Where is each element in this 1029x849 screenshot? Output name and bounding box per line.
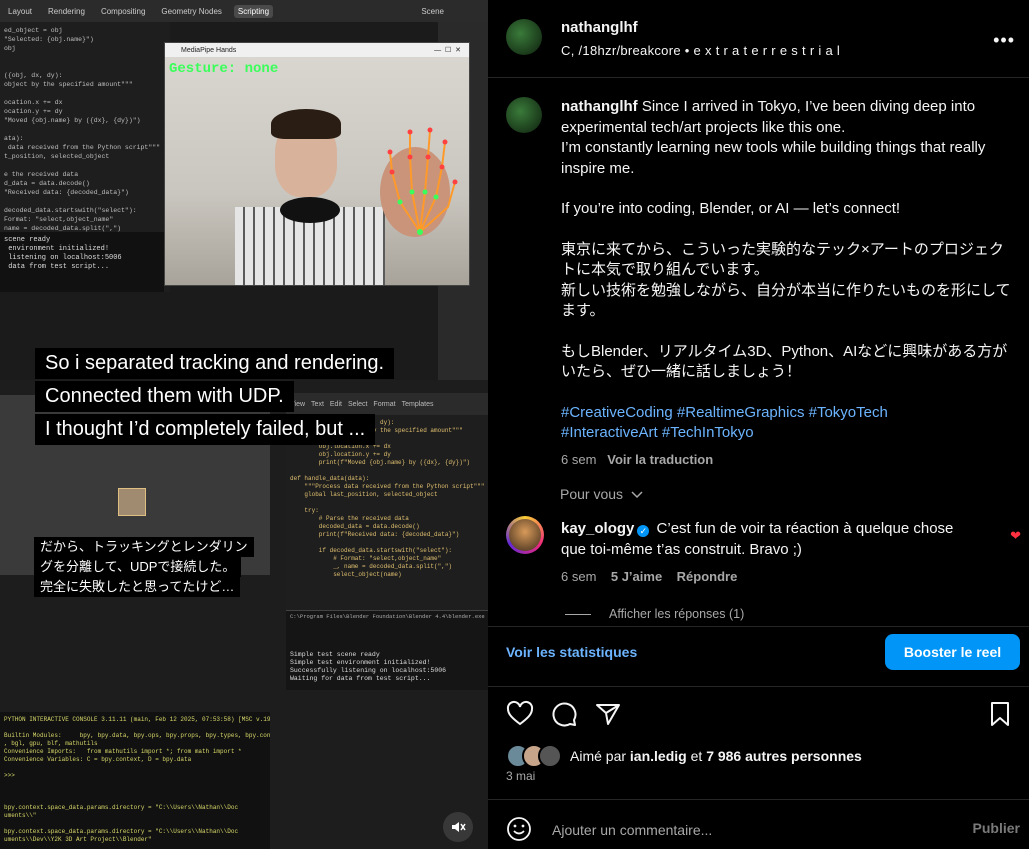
for-you-dropdown[interactable]: Pour vous xyxy=(560,486,643,502)
liker-avatar xyxy=(538,744,562,768)
action-bar xyxy=(506,700,1016,728)
hashtags-line[interactable]: #InteractiveArt #TechInTokyo xyxy=(561,424,754,441)
window-controls-icon: — ☐ ✕ xyxy=(434,47,461,54)
gesture-label: Gesture: none xyxy=(169,61,279,77)
scene-label: Scene xyxy=(421,6,444,16)
boost-reel-button[interactable]: Booster le reel xyxy=(885,634,1020,670)
hashtags-line[interactable]: #CreativeCoding #RealtimeGraphics #Tokyo… xyxy=(561,404,888,421)
mute-button[interactable] xyxy=(443,812,473,842)
publish-button[interactable]: Publier xyxy=(973,820,1020,836)
tab-scripting: Scripting xyxy=(233,4,274,18)
caption-age: 6 sem xyxy=(561,451,597,467)
likes-count[interactable]: 7 986 autres personnes xyxy=(706,748,862,764)
heart-icon[interactable] xyxy=(506,700,534,728)
caption-en-line: So i separated tracking and rendering. xyxy=(35,348,395,379)
caption-spacer xyxy=(561,220,1011,240)
add-comment-bar: Publier xyxy=(506,814,1020,844)
caption-line: 新しい技術を勉強しながら、自分が本当に作りたいものを形にしてます。 xyxy=(561,281,1011,320)
hashtags[interactable]: #InteractiveArt #TechInTokyo xyxy=(561,423,1011,444)
tab-geometry-nodes: Geometry Nodes xyxy=(161,6,222,16)
webcam-feed: Gesture: none xyxy=(165,57,469,285)
caption-meta: 6 sem Voir la traduction xyxy=(561,450,1011,471)
chevron-down-icon xyxy=(631,491,643,499)
comment: kay_ology ✓ C’est fun de voir ta réaction… xyxy=(561,518,981,587)
liker-username[interactable]: ian.ledig xyxy=(630,748,687,764)
blender-topbar: Layout Rendering Compositing Geometry No… xyxy=(0,0,488,22)
share-icon[interactable] xyxy=(594,700,622,728)
reel-video[interactable]: Layout Rendering Compositing Geometry No… xyxy=(0,0,488,849)
post-caption: nathanglhf Since I arrived in Tokyo, I’v… xyxy=(561,97,1011,470)
caption-paragraph: nathanglhf Since I arrived in Tokyo, I’v… xyxy=(561,97,1011,138)
console2-title: C:\Program Files\Blender Foundation\Blen… xyxy=(290,613,485,620)
translate-link[interactable]: Voir la traduction xyxy=(607,452,713,467)
3d-object xyxy=(118,488,146,516)
caption-spacer xyxy=(561,322,1011,342)
camera-window-titlebar: MediaPipe Hands — ☐ ✕ xyxy=(165,43,469,57)
comment-likes[interactable]: 5 J’aime xyxy=(611,569,662,584)
show-replies-button[interactable]: Afficher les réponses (1) xyxy=(565,607,744,621)
comment-age: 6 sem xyxy=(561,569,597,584)
comment-input[interactable] xyxy=(550,817,934,843)
likes-summary[interactable]: Aimé par ian.ledig et 7 986 autres perso… xyxy=(506,744,862,768)
caption-en-line: Connected them with UDP. xyxy=(35,381,294,412)
caption-line: もしBlender、リアルタイム3D、Python、AIなどに興味がある方がいた… xyxy=(561,342,1008,381)
comment-like-heart-icon[interactable]: ❤ xyxy=(1010,528,1021,544)
caption-jp-line: グを分離して、UDPで接続した。 xyxy=(34,557,242,577)
post-panel: nathanglhf C, /18hzr/breakcore • e x t r… xyxy=(488,0,1029,849)
caption-line: If you’re into coding, Blender, or AI — … xyxy=(561,200,901,217)
caption-jp-line: 完全に失敗したと思ってたけど… xyxy=(34,577,241,597)
caption-jp: だから、トラッキングとレンダリン グを分離して、UDPで接続した。 完全に失敗し… xyxy=(34,537,254,597)
commenter-avatar[interactable] xyxy=(506,516,544,554)
caption-line: I’m constantly learning new tools while … xyxy=(561,139,986,177)
show-replies-label: Afficher les réponses (1) xyxy=(609,607,745,621)
caption-spacer xyxy=(561,179,1011,199)
speaker-muted-icon xyxy=(452,822,466,832)
divider xyxy=(488,77,1029,78)
divider xyxy=(488,686,1029,687)
headphones xyxy=(280,197,340,223)
emoji-icon[interactable] xyxy=(506,816,532,842)
camera-window: MediaPipe Hands — ☐ ✕ Gesture: none xyxy=(164,42,470,286)
reply-button[interactable]: Répondre xyxy=(677,569,738,584)
person-hair xyxy=(271,109,341,139)
commenter-username[interactable]: kay_ology xyxy=(561,520,634,537)
post-date: 3 mai xyxy=(506,769,536,783)
likes-prefix: Aimé par xyxy=(570,748,627,764)
caption-author-avatar[interactable] xyxy=(506,97,542,133)
likes-middle: et xyxy=(690,748,703,764)
system-console-1: scene ready environment initialized! lis… xyxy=(0,232,164,292)
tab-rendering: Rendering xyxy=(48,6,85,16)
camera-window-title: MediaPipe Hands xyxy=(181,46,237,54)
divider xyxy=(488,799,1029,800)
menu-templates: Templates xyxy=(401,400,434,408)
caption-en: So i separated tracking and rendering. C… xyxy=(35,347,395,446)
console2-output: Simple test scene ready Simple test envi… xyxy=(290,651,447,682)
post-header: nathanglhf C, /18hzr/breakcore • e x t r… xyxy=(506,16,1016,66)
bookmark-icon[interactable] xyxy=(986,700,1014,728)
tab-layout: Layout xyxy=(8,6,33,16)
python-console: PYTHON INTERACTIVE CONSOLE 3.11.11 (main… xyxy=(0,712,270,849)
hand-landmarks-icon xyxy=(380,127,458,237)
system-console-2: C:\Program Files\Blender Foundation\Blen… xyxy=(286,610,488,690)
for-you-label: Pour vous xyxy=(560,486,624,502)
tab-compositing: Compositing xyxy=(100,6,146,16)
divider xyxy=(488,626,1029,627)
verified-badge-icon: ✓ xyxy=(637,525,650,537)
author-username[interactable]: nathanglhf xyxy=(561,19,638,36)
hashtags[interactable]: #CreativeCoding #RealtimeGraphics #Tokyo… xyxy=(561,403,1011,424)
author-avatar[interactable] xyxy=(506,19,542,55)
more-options-icon[interactable]: ••• xyxy=(993,30,1015,51)
caption-en-line: I thought I’d completely failed, but ... xyxy=(35,414,376,445)
view-stats-link[interactable]: Voir les statistiques xyxy=(506,644,637,660)
caption-username[interactable]: nathanglhf xyxy=(561,98,638,115)
comment-icon[interactable] xyxy=(550,700,578,728)
caption-jp-line: だから、トラッキングとレンダリン xyxy=(34,537,254,557)
comment-meta: 6 sem 5 J’aime Répondre xyxy=(561,566,981,587)
caption-spacer xyxy=(561,383,1011,403)
audio-subtitle[interactable]: C, /18hzr/breakcore • e x t r a t e r r … xyxy=(561,43,840,58)
caption-line: 東京に来てから、こういった実験的なテック×アートのプロジェクトに本気で取り組んで… xyxy=(561,240,1004,279)
